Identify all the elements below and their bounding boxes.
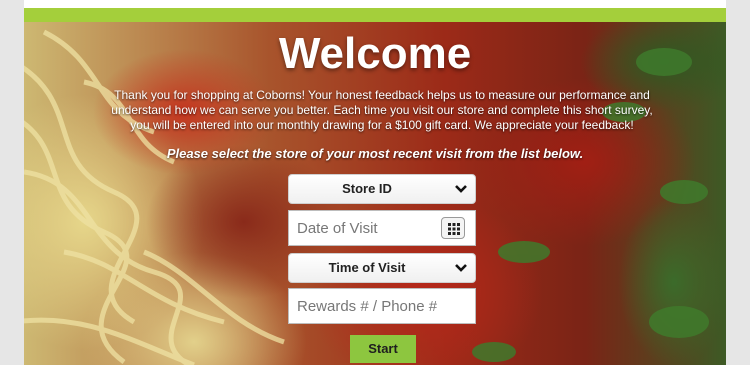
calendar-icon bbox=[448, 223, 460, 235]
intro-text: Thank you for shopping at Coborns! Your … bbox=[111, 88, 653, 132]
header-accent-bar bbox=[24, 8, 726, 22]
store-select-prompt: Please select the store of your most rec… bbox=[166, 146, 584, 161]
rewards-phone-input[interactable] bbox=[289, 289, 475, 323]
store-id-label: Store ID bbox=[342, 181, 392, 196]
start-button[interactable]: Start bbox=[350, 335, 416, 363]
calendar-button[interactable] bbox=[441, 217, 465, 239]
hero-background-image: Welcome Thank you for shopping at Coborn… bbox=[24, 22, 726, 365]
chevron-down-icon bbox=[455, 264, 467, 272]
date-of-visit-field[interactable] bbox=[288, 210, 476, 246]
date-of-visit-input[interactable] bbox=[289, 211, 439, 245]
top-strip bbox=[24, 0, 726, 8]
chevron-down-icon bbox=[455, 185, 467, 193]
page-title: Welcome bbox=[278, 29, 472, 78]
rewards-phone-field[interactable] bbox=[288, 288, 476, 324]
time-of-visit-label: Time of Visit bbox=[328, 260, 406, 275]
time-of-visit-select[interactable]: Time of Visit bbox=[288, 253, 476, 283]
store-id-select[interactable]: Store ID bbox=[288, 174, 476, 204]
survey-page: Welcome Thank you for shopping at Coborn… bbox=[24, 0, 726, 365]
